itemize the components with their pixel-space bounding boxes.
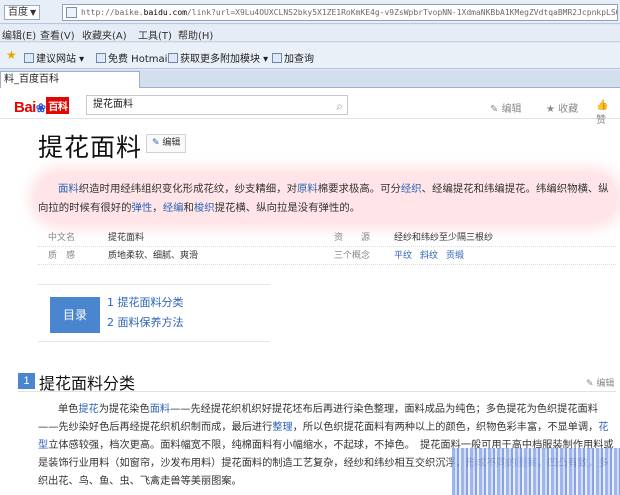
fav-query[interactable]: 加查询	[272, 50, 314, 65]
search-engine-selector[interactable]: 百度 ▼	[4, 5, 41, 20]
inline-link[interactable]: 提花	[78, 404, 98, 415]
menu-help[interactable]: 帮助(H)	[178, 27, 213, 42]
edit-button[interactable]: ✎ 编辑	[146, 134, 187, 153]
menu-view[interactable]: 查看(V)	[40, 27, 75, 42]
info-key: 质 感	[48, 251, 76, 261]
tab-bar: 料_百度百科	[0, 70, 620, 88]
menu-favorites[interactable]: 收藏夹(A)	[82, 27, 127, 42]
search-icon[interactable]: ⌕	[336, 97, 343, 115]
inline-link[interactable]: 经编	[163, 202, 184, 214]
info-value: 质地柔软、细腻、爽滑	[108, 251, 199, 261]
menu-bar: 编辑(E) 查看(V) 收藏夹(A) 工具(T) 帮助(H)	[0, 25, 620, 42]
info-value: 平纹 斜纹 贡缎	[394, 247, 472, 265]
info-link[interactable]: 平纹	[394, 251, 412, 261]
summary-paragraph: 面料织造时用经纬组织变化形成花纹，纱支精细，对原料棉要求极高。可分经织、经编提花…	[38, 180, 616, 218]
text-run: 和	[183, 202, 194, 214]
info-value: 经纱和纬纱至少隔三根纱	[394, 233, 494, 243]
page-icon	[66, 7, 77, 18]
site-icon	[168, 53, 178, 63]
logo-text: Bai	[14, 99, 36, 116]
url-domain: baidu.com	[143, 8, 187, 17]
fav-label: 建议网站 ▾	[36, 54, 85, 65]
url-input[interactable]: http://baike.baidu.com/link?url=X9Lu4OUX…	[62, 4, 618, 21]
fav-label: 获取更多附加模块 ▾	[180, 54, 269, 65]
tab-active[interactable]: 料_百度百科	[0, 71, 140, 88]
info-key: 中文名	[48, 233, 76, 243]
header-favorite-label: 收藏	[558, 104, 579, 115]
engine-label: 百度	[8, 7, 28, 18]
section-number: 1	[18, 373, 35, 389]
chevron-down-icon: ▼	[30, 8, 37, 17]
header-like-button[interactable]: 👍 赞	[596, 100, 620, 126]
site-icon	[272, 53, 282, 63]
info-row: 质 感 质地柔软、细腻、爽滑 三个概念 平纹 斜纹 贡缎	[38, 247, 616, 265]
fav-hotmail[interactable]: 免费 Hotmail	[96, 50, 170, 65]
text-run: 提花横、纵向拉是没有弹性的。	[214, 202, 361, 214]
header-edit-button[interactable]: ✎ 编辑	[490, 100, 522, 115]
inline-link[interactable]: 面料	[150, 404, 170, 415]
text-run: 织造时用经纬组织变化形成花纹，纱支精细，对	[78, 183, 297, 195]
info-key: 三个概念	[334, 251, 371, 261]
header-like-label: 赞	[596, 115, 606, 126]
menu-tools[interactable]: 工具(T)	[138, 27, 172, 42]
pencil-icon: ✎	[152, 138, 160, 148]
section-divider	[18, 391, 616, 392]
address-bar: 百度 ▼ http://baike.baidu.com/link?url=X9Lu…	[0, 0, 620, 24]
logo-tag: 百科	[46, 97, 70, 114]
info-key: 资 源	[334, 233, 371, 243]
info-link[interactable]: 贡缎	[446, 251, 464, 261]
fav-label: 免费 Hotmail	[108, 54, 171, 65]
text-run: 为提花染色	[98, 404, 150, 415]
favorites-bar: ★ 建议网站 ▾ 免费 Hotmail 获取更多附加模块 ▾ 加查询	[0, 43, 620, 69]
fav-label: 加查询	[284, 54, 314, 65]
inline-link[interactable]: 面料	[58, 183, 79, 195]
info-row: 中文名 提花面料 资 源 经纱和纬纱至少隔三根纱	[38, 229, 616, 247]
edit-label: 编辑	[162, 138, 181, 148]
fav-get-addons[interactable]: 获取更多附加模块 ▾	[168, 50, 268, 65]
text-run: ，所以色织提花面料有两种以上的颜色，织物色彩丰富，不显单调，	[292, 422, 599, 433]
header-favorite-button[interactable]: ★ 收藏	[546, 100, 578, 115]
toc-item[interactable]: 1 提花面料分类	[107, 294, 184, 310]
page-title: 提花面料	[38, 133, 143, 162]
section-edit-button[interactable]: ✎ 编辑	[586, 376, 614, 389]
menu-edit[interactable]: 编辑(E)	[2, 27, 36, 42]
url-rest: /link?url=X9Lu4OUXCLNS2bky5X1ZE1RoKmKE4g…	[186, 8, 618, 17]
favorites-star-icon[interactable]: ★	[6, 48, 17, 62]
inline-link[interactable]: 经织	[401, 183, 422, 195]
search-input[interactable]: 提花面料 ⌕	[86, 95, 348, 115]
render-artifact	[452, 448, 620, 495]
inline-link[interactable]: 整理	[272, 422, 292, 433]
inline-link[interactable]: 原料	[297, 183, 318, 195]
site-icon	[96, 53, 106, 63]
fav-suggested-sites[interactable]: 建议网站 ▾	[24, 50, 84, 65]
inline-link[interactable]: 弹性	[132, 202, 153, 214]
text-run: 单色	[58, 404, 79, 415]
header-edit-label: 编辑	[501, 104, 522, 115]
inline-link[interactable]: 梭织	[194, 202, 215, 214]
baidu-baike-logo[interactable]: Bai❀ 百科	[14, 97, 70, 116]
text-run: 棉要求极高。可分	[317, 183, 401, 195]
text-run: ，	[152, 202, 163, 214]
basic-info-table: 中文名 提花面料 资 源 经纱和纬纱至少隔三根纱 质 感 质地柔软、细腻、爽滑 …	[38, 229, 616, 265]
info-value: 提花面料	[108, 233, 145, 243]
search-value: 提花面料	[93, 99, 133, 110]
toc-label: 目录	[50, 297, 100, 333]
toc-item[interactable]: 2 面料保养方法	[107, 314, 184, 330]
browser-chrome: 百度 ▼ http://baike.baidu.com/link?url=X9Lu…	[0, 0, 620, 88]
url-prefix: http://baike.	[81, 8, 144, 17]
paw-icon: ❀	[35, 101, 46, 115]
section-edit-label: 编辑	[596, 379, 615, 389]
site-icon	[24, 53, 34, 63]
info-link[interactable]: 斜纹	[420, 251, 438, 261]
baike-header: Bai❀ 百科 提花面料 ⌕ ✎ 编辑 ★ 收藏 👍 赞	[0, 89, 620, 126]
